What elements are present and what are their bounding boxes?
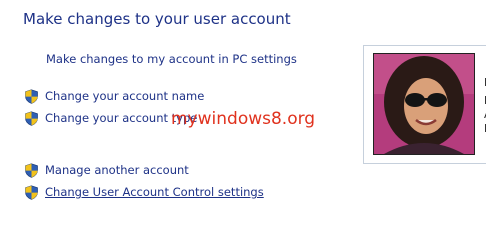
uac-settings-link[interactable]: Change User Account Control settings [24, 184, 264, 200]
uac-settings-label: Change User Account Control settings [45, 185, 264, 199]
uac-shield-icon [24, 184, 39, 200]
pc-settings-link[interactable]: Make changes to my account in PC setting… [46, 52, 297, 66]
watermark-text: mywindows8.org [171, 109, 316, 129]
page-title: Make changes to your user account [23, 10, 291, 28]
user-photo-icon[interactable] [373, 53, 475, 155]
manage-another-account-link[interactable]: Manage another account [24, 162, 189, 178]
uac-shield-icon [24, 162, 39, 178]
user-accounts-page: Make changes to your user account Make c… [0, 0, 486, 249]
uac-shield-icon [24, 88, 39, 104]
manage-another-account-label: Manage another account [45, 163, 189, 177]
change-account-name-label: Change your account name [45, 89, 205, 103]
uac-shield-icon [24, 110, 39, 126]
account-info-panel: D L A P [363, 45, 486, 164]
change-account-name-link[interactable]: Change your account name [24, 88, 204, 104]
